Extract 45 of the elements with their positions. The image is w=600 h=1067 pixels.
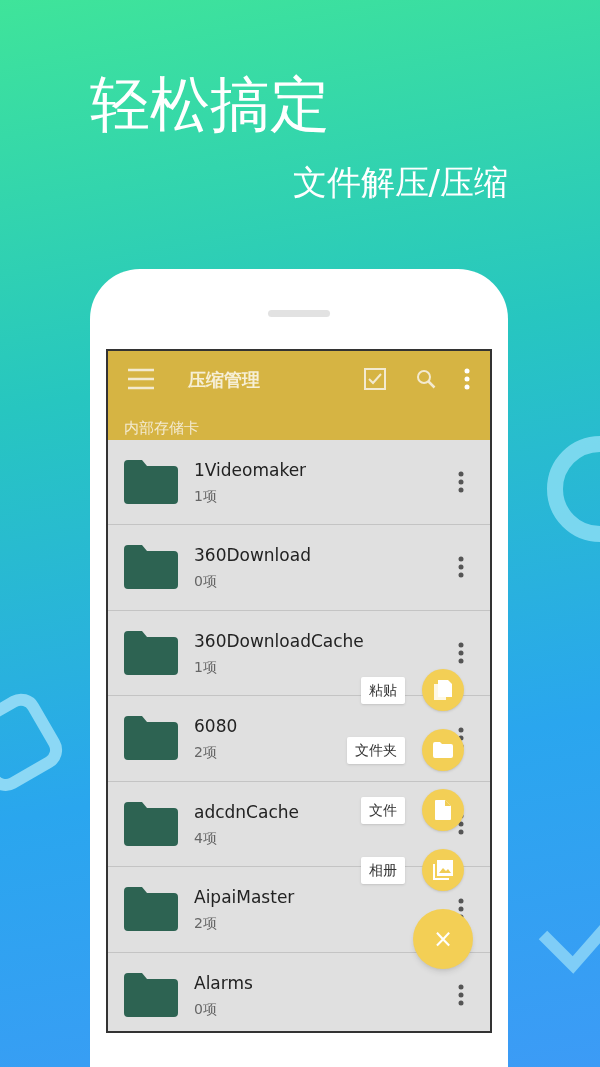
folder-icon bbox=[124, 972, 178, 1017]
fab-label: 文件 bbox=[361, 796, 405, 824]
folder-row[interactable]: 1Videomaker 1项 bbox=[108, 439, 490, 525]
fab-label: 粘贴 bbox=[361, 676, 405, 704]
folder-name: 6080 bbox=[194, 715, 238, 738]
app-title: 压缩管理 bbox=[188, 367, 260, 392]
search-icon[interactable] bbox=[416, 369, 436, 389]
file-icon bbox=[435, 800, 451, 820]
fab-label: 相册 bbox=[361, 856, 405, 884]
folder-row[interactable]: 360Download 0项 bbox=[108, 525, 490, 611]
folder-icon bbox=[124, 545, 178, 590]
item-count: 2项 bbox=[194, 914, 218, 933]
item-count: 1项 bbox=[194, 486, 218, 505]
folder-name: 360DownloadCache bbox=[194, 629, 364, 652]
item-count: 0项 bbox=[194, 999, 218, 1018]
more-icon[interactable] bbox=[458, 983, 464, 1006]
speed-dial-menu[interactable] bbox=[422, 849, 464, 891]
folder-icon bbox=[124, 630, 178, 675]
checkbox-icon[interactable] bbox=[364, 368, 386, 390]
more-icon[interactable] bbox=[458, 556, 464, 579]
folder-name: 1Videomaker bbox=[194, 458, 307, 481]
more-icon[interactable] bbox=[458, 470, 464, 493]
more-icon[interactable] bbox=[458, 641, 464, 664]
menu-icon[interactable] bbox=[128, 368, 154, 390]
folder-icon bbox=[433, 742, 453, 758]
folder-name: AipaiMaster bbox=[194, 886, 295, 909]
image-icon bbox=[433, 860, 453, 880]
folder-icon bbox=[124, 459, 178, 504]
subtitle: 文件解压/压缩 bbox=[292, 162, 509, 202]
folder-icon bbox=[124, 716, 178, 761]
item-count: 0项 bbox=[194, 572, 218, 591]
fab-label: 文件夹 bbox=[347, 736, 405, 764]
item-count: 2项 bbox=[194, 743, 218, 762]
speed-dial-menu[interactable] bbox=[422, 669, 464, 711]
speaker bbox=[268, 310, 330, 317]
folder-icon bbox=[124, 887, 178, 932]
item-count: 1项 bbox=[194, 657, 218, 676]
item-count: 4项 bbox=[194, 828, 218, 847]
storage-path: 内部存储卡 bbox=[124, 418, 200, 439]
folder-name: Alarms bbox=[194, 971, 253, 994]
folder-name: adcdnCache bbox=[194, 800, 299, 823]
folder-icon bbox=[124, 801, 178, 846]
copy-icon bbox=[434, 680, 452, 700]
headline: 轻松搞定 bbox=[89, 68, 331, 136]
folder-name: 360Download bbox=[194, 544, 311, 567]
